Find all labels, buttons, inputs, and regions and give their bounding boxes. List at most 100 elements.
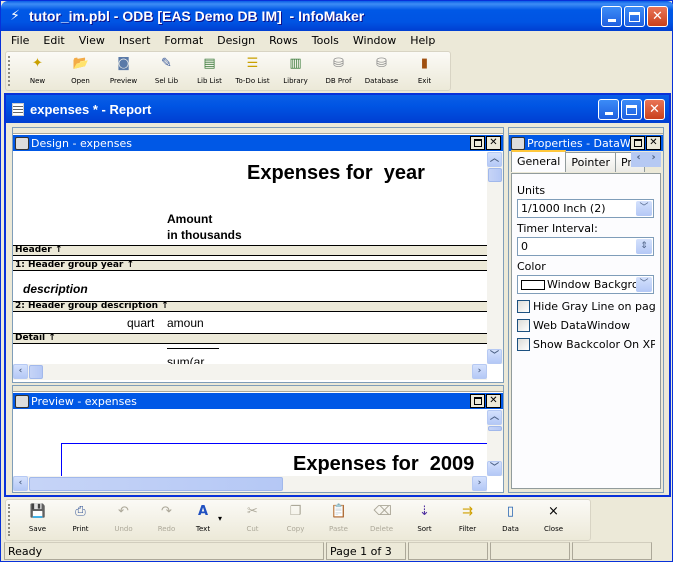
- design-vertical-scrollbar[interactable]: ︿ ﹀: [487, 152, 503, 364]
- quarter-field[interactable]: quart: [127, 316, 154, 330]
- menu-window[interactable]: Window: [346, 34, 403, 47]
- color-dropdown[interactable]: Window Backgrou ﹀: [517, 275, 654, 294]
- scroll-thumb[interactable]: [488, 426, 502, 431]
- web-datawindow-checkbox[interactable]: Web DataWindow: [517, 319, 655, 332]
- design-canvas[interactable]: Expenses for year Amount in thousands He…: [13, 152, 487, 364]
- properties-maximize-button[interactable]: [630, 136, 645, 150]
- library-button[interactable]: ▥ Library: [274, 52, 317, 90]
- chevron-down-icon[interactable]: ﹀: [636, 201, 652, 216]
- menu-format[interactable]: Format: [157, 34, 210, 47]
- amount-header-line2[interactable]: in thousands: [167, 228, 242, 242]
- scroll-down-button[interactable]: ﹀: [487, 461, 502, 476]
- db-prof-button[interactable]: ⛁ DB Prof: [317, 52, 360, 90]
- design-pane-title-bar[interactable]: Design - expenses ✕: [13, 135, 503, 151]
- properties-pane-title-bar[interactable]: Properties - DataWi ✕: [509, 135, 663, 151]
- detail-band[interactable]: Detail ↑: [13, 333, 487, 344]
- scroll-thumb[interactable]: [29, 477, 283, 491]
- report-title-bar[interactable]: expenses * - Report ✕: [6, 95, 669, 123]
- scroll-left-button[interactable]: ‹: [13, 476, 28, 491]
- lib-list-button[interactable]: ▤ Lib List: [188, 52, 231, 90]
- sel-lib-button[interactable]: ✎ Sel Lib: [145, 52, 188, 90]
- tab-general[interactable]: General: [511, 150, 567, 172]
- preview-pane-title-bar[interactable]: Preview - expenses ✕: [13, 393, 503, 409]
- exit-button[interactable]: ▮ Exit: [403, 52, 446, 90]
- menu-insert[interactable]: Insert: [112, 34, 158, 47]
- preview-close-button[interactable]: ✕: [486, 394, 501, 408]
- maximize-button[interactable]: [624, 6, 645, 27]
- menu-design[interactable]: Design: [210, 34, 262, 47]
- todo-list-button[interactable]: ☰ To-Do List: [231, 52, 274, 90]
- toolbar-grip[interactable]: [8, 56, 14, 86]
- hide-gray-line-checkbox[interactable]: Hide Gray Line on page br: [517, 300, 655, 313]
- preview-button[interactable]: ◙ Preview: [102, 52, 145, 90]
- tab-pointer[interactable]: Pointer: [565, 152, 616, 172]
- scroll-right-button[interactable]: ›: [472, 476, 487, 491]
- text-button[interactable]: A Text: [188, 500, 218, 540]
- resize-grip[interactable]: [654, 542, 670, 561]
- save-button[interactable]: 💾 Save: [16, 500, 59, 540]
- preview-maximize-button[interactable]: [470, 394, 485, 408]
- timer-interval-spinner[interactable]: 0 ⇕: [517, 237, 654, 256]
- design-horizontal-scrollbar[interactable]: ‹ ›: [13, 364, 487, 380]
- group-description-band[interactable]: 2: Header group description ↑: [13, 301, 487, 312]
- filter-button[interactable]: ⇉ Filter: [446, 500, 489, 540]
- group-year-band[interactable]: 1: Header group year ↑: [13, 260, 487, 271]
- scroll-thumb[interactable]: [488, 168, 502, 182]
- scroll-up-button[interactable]: ︿: [487, 152, 502, 167]
- cut-button[interactable]: ✂ Cut: [231, 500, 274, 540]
- menu-rows[interactable]: Rows: [262, 34, 305, 47]
- redo-button[interactable]: ↷ Redo: [145, 500, 188, 540]
- tab-scroll-buttons[interactable]: ‹ ›: [631, 152, 661, 167]
- print-button[interactable]: ⎙ Print: [59, 500, 102, 540]
- menu-file[interactable]: File: [4, 34, 36, 47]
- report-minimize-button[interactable]: [598, 99, 619, 120]
- description-field[interactable]: description: [23, 282, 88, 296]
- scroll-down-button[interactable]: ﹀: [487, 349, 502, 364]
- tab-scroll-right-icon[interactable]: ›: [651, 152, 655, 167]
- menu-edit[interactable]: Edit: [36, 34, 71, 47]
- scroll-up-button[interactable]: ︿: [487, 410, 502, 425]
- menu-help[interactable]: Help: [403, 34, 442, 47]
- copy-button[interactable]: ❐ Copy: [274, 500, 317, 540]
- title-bar[interactable]: ⚡ tutor_im.pbl - ODB [EAS Demo DB IM] - …: [1, 1, 673, 31]
- scroll-right-button[interactable]: ›: [472, 364, 487, 379]
- design-maximize-button[interactable]: [470, 136, 485, 150]
- design-report-title[interactable]: Expenses for year: [247, 162, 425, 185]
- header-band[interactable]: Header ↑: [13, 245, 487, 256]
- spin-up-down-icon[interactable]: ⇕: [636, 239, 652, 254]
- preview-vertical-scrollbar[interactable]: ︿ ﹀: [487, 410, 503, 476]
- units-dropdown[interactable]: 1/1000 Inch (2) ﹀: [517, 199, 654, 218]
- open-button[interactable]: 📂 Open: [59, 52, 102, 90]
- properties-close-button[interactable]: ✕: [646, 136, 661, 150]
- preview-horizontal-scrollbar[interactable]: ‹ ›: [13, 476, 487, 492]
- menu-tools[interactable]: Tools: [305, 34, 346, 47]
- amount-field[interactable]: amoun: [167, 316, 204, 330]
- text-dropdown-arrow[interactable]: ▾: [218, 500, 231, 540]
- sort-button[interactable]: ⇣ Sort: [403, 500, 446, 540]
- amount-header-line1[interactable]: Amount: [167, 212, 212, 226]
- sum-amount-field[interactable]: sum(ar: [167, 355, 204, 364]
- checkbox-icon[interactable]: [517, 300, 530, 313]
- checkbox-icon[interactable]: [517, 338, 530, 351]
- close-button[interactable]: ✕: [647, 6, 668, 27]
- minimize-button[interactable]: [601, 6, 622, 27]
- new-button[interactable]: ✦ New: [16, 52, 59, 90]
- design-close-button[interactable]: ✕: [486, 136, 501, 150]
- preview-canvas[interactable]: Expenses for 2009: [13, 410, 487, 476]
- preview-pane-splitter[interactable]: [13, 386, 503, 392]
- database-button[interactable]: ⛁ Database: [360, 52, 403, 90]
- menu-view[interactable]: View: [72, 34, 112, 47]
- data-button[interactable]: ▯ Data: [489, 500, 532, 540]
- toolbar-grip[interactable]: [8, 504, 14, 536]
- close-report-button[interactable]: × Close: [532, 500, 575, 540]
- checkbox-icon[interactable]: [517, 319, 530, 332]
- paste-button[interactable]: 📋 Paste: [317, 500, 360, 540]
- scroll-left-button[interactable]: ‹: [13, 364, 28, 379]
- undo-button[interactable]: ↶ Undo: [102, 500, 145, 540]
- design-pane-splitter[interactable]: [13, 128, 503, 134]
- properties-pane-splitter[interactable]: [509, 128, 663, 134]
- scroll-thumb[interactable]: [29, 365, 43, 379]
- delete-button[interactable]: ⌫ Delete: [360, 500, 403, 540]
- show-backcolor-checkbox[interactable]: Show Backcolor On XP: [517, 338, 655, 351]
- chevron-down-icon[interactable]: ﹀: [636, 277, 652, 292]
